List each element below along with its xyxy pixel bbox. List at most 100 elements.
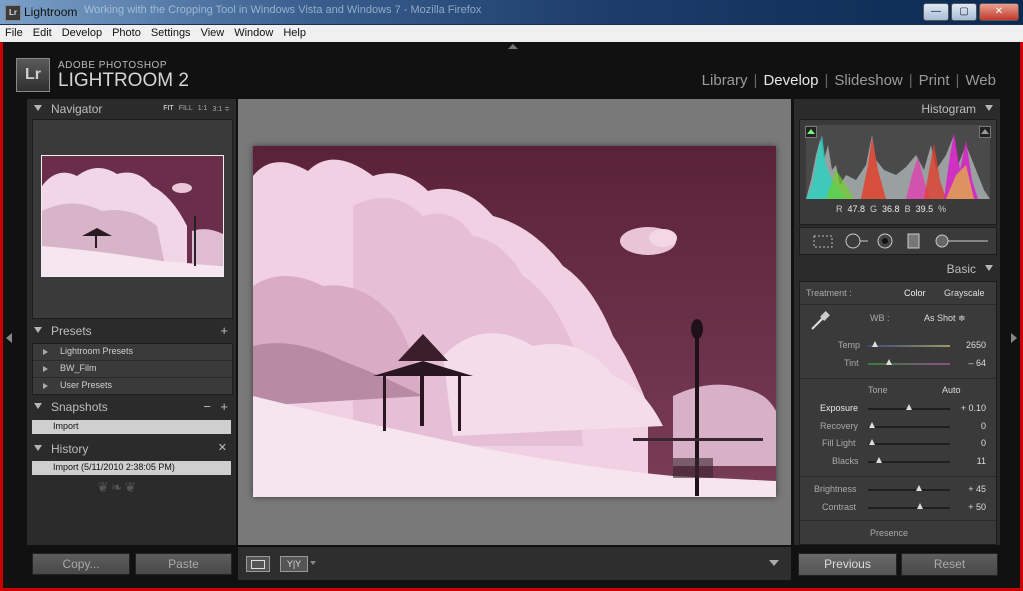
minimize-button[interactable]: —	[923, 3, 949, 21]
menu-develop[interactable]: Develop	[57, 25, 107, 42]
recovery-value[interactable]: 0	[981, 421, 986, 431]
slider-thumb-icon[interactable]	[869, 422, 876, 428]
menu-file[interactable]: File	[0, 25, 28, 42]
slider-label-brightness: Brightness	[814, 484, 857, 494]
slider-thumb-icon[interactable]	[871, 341, 878, 347]
fill-light-slider[interactable]	[868, 439, 950, 445]
window-title: Lightroom	[24, 5, 78, 19]
crop-overlay-icon[interactable]	[812, 233, 834, 254]
temp-slider[interactable]	[868, 341, 950, 347]
slider-thumb-icon[interactable]	[885, 359, 892, 365]
loupe-view-icon[interactable]	[246, 556, 270, 572]
white-balance-eyedropper-icon[interactable]	[808, 309, 832, 333]
expand-triangle-icon	[43, 366, 48, 372]
module-separator: |	[824, 72, 829, 89]
zoom-1-1[interactable]: 1:1	[198, 105, 208, 113]
exposure-value[interactable]: + 0.10	[961, 403, 986, 413]
histogram-header[interactable]: Histogram	[794, 99, 1000, 119]
zoom-fill[interactable]: FILL	[179, 105, 193, 113]
slider-thumb-icon[interactable]	[915, 485, 922, 491]
menu-photo[interactable]: Photo	[107, 25, 146, 42]
navigator-thumbnail[interactable]	[41, 155, 224, 277]
contrast-value[interactable]: + 50	[968, 502, 986, 512]
previous-button[interactable]: Previous	[798, 553, 897, 576]
module-print[interactable]: Print	[919, 72, 950, 89]
collapse-triangle-icon	[985, 265, 993, 271]
slider-label-tint: Tint	[844, 358, 859, 368]
before-after-dropdown-icon[interactable]	[310, 561, 316, 565]
red-eye-icon[interactable]	[876, 233, 894, 254]
remove-snapshot-icon[interactable]: −	[203, 399, 211, 414]
add-snapshot-icon[interactable]: +	[220, 399, 228, 414]
identity-line2: LIGHTROOM 2	[58, 70, 189, 91]
title-bar: Lr Lightroom Working with the Cropping T…	[0, 0, 1023, 25]
tint-slider[interactable]	[868, 359, 950, 365]
basic-header[interactable]: Basic	[794, 259, 1000, 279]
tint-value[interactable]: – 64	[968, 358, 986, 368]
copy-button[interactable]: Copy...	[32, 553, 130, 575]
slider-thumb-icon[interactable]	[916, 503, 923, 509]
preset-folder[interactable]: Lightroom Presets	[33, 344, 232, 361]
treatment-color-button[interactable]: Color	[904, 288, 926, 298]
snapshots-header[interactable]: Snapshots − +	[27, 397, 236, 417]
zoom-3-1[interactable]: 3:1 ≑	[212, 105, 230, 113]
toolbar-options-dropdown-icon[interactable]	[769, 560, 779, 566]
collapse-left-arrow-icon[interactable]	[6, 333, 12, 343]
close-button[interactable]: ✕	[979, 3, 1019, 21]
wb-select[interactable]: As Shot ≑	[924, 313, 966, 324]
shadow-clipping-icon[interactable]	[805, 126, 817, 138]
main-photo[interactable]	[253, 146, 776, 497]
menu-window[interactable]: Window	[229, 25, 278, 42]
left-panel: Navigator FIT FILL 1:1 3:1 ≑ Presets + L…	[27, 99, 236, 545]
slider-thumb-icon[interactable]	[876, 457, 883, 463]
menu-view[interactable]: View	[196, 25, 230, 42]
presets-header[interactable]: Presets +	[27, 321, 236, 341]
add-preset-icon[interactable]: +	[220, 323, 228, 338]
fill-light-value[interactable]: 0	[981, 438, 986, 448]
collapse-triangle-icon	[34, 105, 42, 111]
menu-edit[interactable]: Edit	[28, 25, 57, 42]
maximize-button[interactable]: ▢	[951, 3, 977, 21]
navigator-title: Navigator	[51, 102, 103, 116]
module-develop[interactable]: Develop	[763, 72, 818, 89]
paste-button[interactable]: Paste	[135, 553, 232, 575]
collapse-top-arrow-icon[interactable]	[508, 44, 518, 49]
menu-help[interactable]: Help	[278, 25, 311, 42]
before-after-button[interactable]: Y|Y	[280, 556, 308, 572]
brightness-slider[interactable]	[868, 485, 950, 491]
snapshot-item[interactable]: Import	[32, 420, 231, 434]
tone-auto-button[interactable]: Auto	[942, 385, 961, 395]
treatment-grayscale-button[interactable]: Grayscale	[944, 288, 985, 298]
preset-folder[interactable]: BW_Film	[33, 361, 232, 378]
module-web[interactable]: Web	[965, 72, 996, 89]
highlight-clipping-icon[interactable]	[979, 126, 991, 138]
slider-thumb-icon[interactable]	[869, 439, 876, 445]
module-library[interactable]: Library	[702, 72, 748, 89]
graduated-filter-icon[interactable]	[906, 233, 922, 254]
brightness-value[interactable]: + 45	[968, 484, 986, 494]
clear-history-icon[interactable]: ✕	[218, 441, 227, 454]
contrast-slider[interactable]	[868, 503, 950, 509]
blacks-value[interactable]: 11	[977, 456, 986, 466]
collapse-right-arrow-icon[interactable]	[1011, 333, 1017, 343]
reset-button[interactable]: Reset	[901, 553, 998, 576]
blacks-slider[interactable]	[868, 457, 950, 463]
recovery-slider[interactable]	[868, 422, 950, 428]
menu-bar: File Edit Develop Photo Settings View Wi…	[0, 25, 1023, 43]
slider-thumb-icon[interactable]	[906, 404, 912, 410]
history-header[interactable]: History ✕	[27, 439, 236, 459]
menu-settings[interactable]: Settings	[146, 25, 196, 42]
spot-removal-icon[interactable]	[844, 233, 870, 254]
presence-label: Presence	[870, 528, 909, 538]
history-item[interactable]: Import (5/11/2010 2:38:05 PM)	[32, 461, 231, 475]
panel-end-ornament-icon: ❦❧❦	[97, 479, 139, 495]
preset-folder[interactable]: User Presets	[33, 378, 232, 394]
zoom-fit[interactable]: FIT	[163, 105, 174, 113]
right-panel: Histogram R 47.8 G 36.8 B 39.5 % Basic T…	[794, 99, 1000, 545]
module-slideshow[interactable]: Slideshow	[834, 72, 902, 89]
module-separator: |	[908, 72, 913, 89]
navigator-header[interactable]: Navigator FIT FILL 1:1 3:1 ≑	[27, 99, 236, 119]
exposure-slider[interactable]	[868, 404, 950, 410]
temp-value[interactable]: 2650	[966, 340, 986, 350]
adjustment-brush-icon[interactable]	[934, 233, 990, 254]
